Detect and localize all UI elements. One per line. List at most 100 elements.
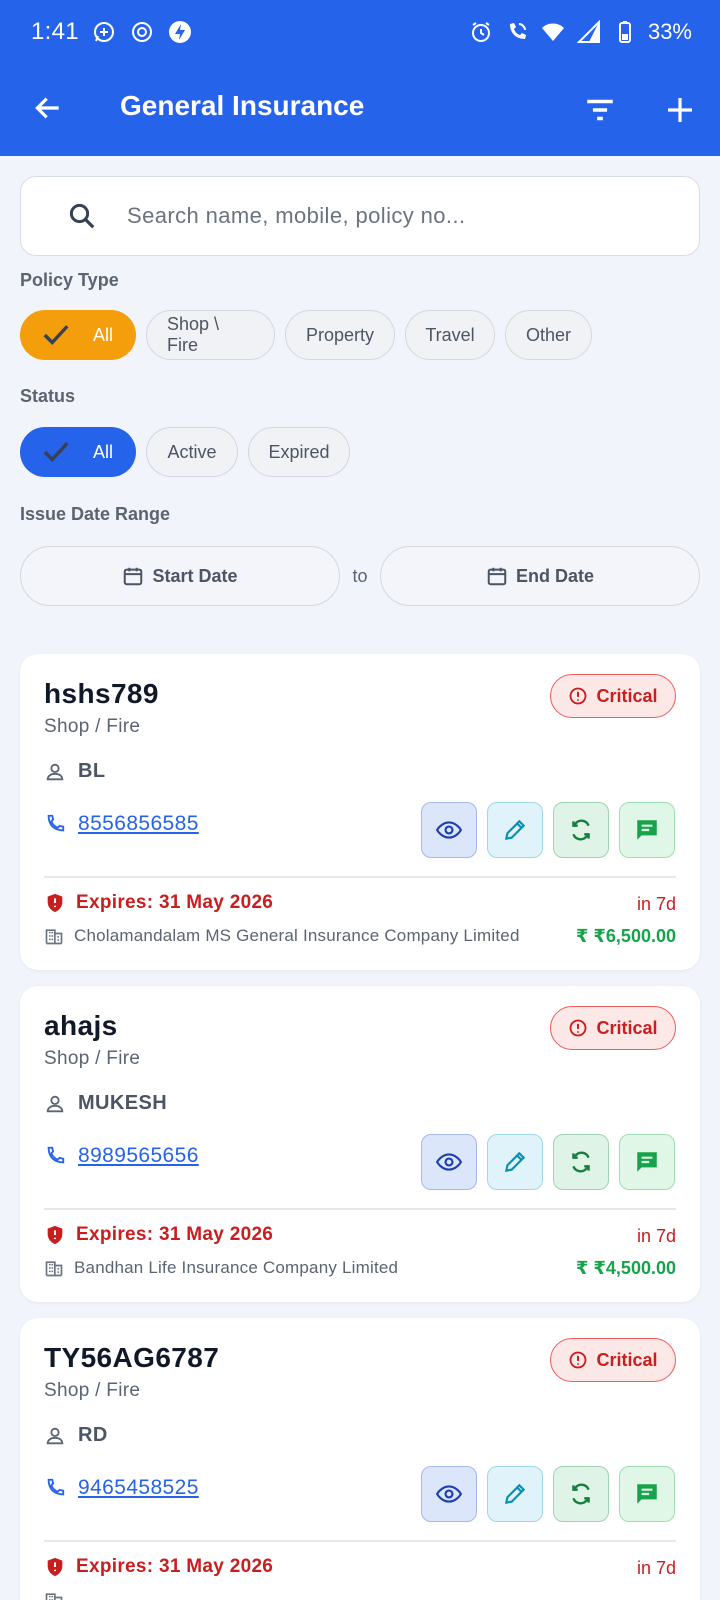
chip-status-all[interactable]: All <box>20 427 136 477</box>
chip-policy-other[interactable]: Other <box>505 310 592 360</box>
signal-icon <box>576 19 602 45</box>
renew-button[interactable] <box>553 802 609 858</box>
filter-icon <box>587 99 613 121</box>
days-remaining: in 7d <box>636 1558 676 1578</box>
status-bar: 1:41 33% <box>0 0 720 64</box>
edit-button[interactable] <box>487 1134 543 1190</box>
status-time: 1:41 <box>31 18 79 45</box>
chip-policy-travel[interactable]: Travel <box>405 310 495 360</box>
expiry: Expires: 31 May 2026 <box>44 1556 273 1578</box>
refresh-icon <box>572 1483 590 1505</box>
policy-holder: RD <box>44 1424 108 1447</box>
pencil-icon <box>504 1151 526 1173</box>
whatsapp-icon <box>91 19 117 45</box>
policy-number: TY56AG6787 <box>44 1342 220 1373</box>
divider <box>44 1540 676 1542</box>
person-icon <box>44 1425 66 1447</box>
refresh-icon <box>572 1151 590 1173</box>
divider <box>44 1208 676 1210</box>
wifi-icon <box>540 19 566 45</box>
date-range-label: Issue Date Range <box>20 504 171 524</box>
message-button[interactable] <box>619 1134 675 1190</box>
insurer: Bandhan Life Insurance Company Limited <box>44 1258 398 1278</box>
status-badge: Critical <box>550 1338 676 1382</box>
status-badge: Critical <box>550 674 676 718</box>
plus-icon <box>668 98 692 122</box>
insurer-name: Cholamandalam MS General Insurance Compa… <box>74 926 520 945</box>
chip-policy-all[interactable]: All <box>20 310 136 360</box>
building-icon <box>44 926 64 946</box>
search-icon <box>65 199 99 233</box>
shield-icon <box>44 1556 66 1578</box>
phone-link[interactable]: 8556856585 <box>78 812 199 836</box>
policy-type: Shop / Fire <box>44 716 141 737</box>
policy-type-chips: All Shop \ Fire Property Travel Other <box>20 310 592 360</box>
calendar-icon <box>122 565 144 587</box>
policy-card[interactable]: ahajs Shop / Fire Critical MUKESH 898956… <box>20 986 700 1302</box>
policy-card[interactable]: hshs789 Shop / Fire Critical BL 85568565… <box>20 654 700 970</box>
phone-row: 8556856585 <box>44 812 199 836</box>
status-chips: All Active Expired <box>20 427 350 477</box>
card-actions <box>421 1134 675 1190</box>
view-button[interactable] <box>421 1134 477 1190</box>
calendar-icon <box>486 565 508 587</box>
chip-policy-shop-fire[interactable]: Shop \ Fire <box>146 310 275 360</box>
card-actions <box>421 1466 675 1522</box>
shield-icon <box>44 892 66 914</box>
eye-icon <box>436 1153 462 1171</box>
card-actions <box>421 802 675 858</box>
phone-row: 8989565656 <box>44 1144 199 1168</box>
search-bar <box>20 176 700 256</box>
expiry: Expires: 31 May 2026 <box>44 1224 273 1246</box>
phone-link[interactable]: 8989565656 <box>78 1144 199 1168</box>
policy-card[interactable]: TY56AG6787 Shop / Fire Critical RD 94654… <box>20 1318 700 1600</box>
insurer-name: Bandhan Life Insurance Company Limited <box>74 1258 399 1277</box>
alert-circle-icon <box>568 1350 588 1370</box>
edit-button[interactable] <box>487 802 543 858</box>
back-button[interactable] <box>28 88 68 128</box>
phone-icon <box>44 1145 66 1167</box>
view-button[interactable] <box>421 802 477 858</box>
renew-button[interactable] <box>553 1134 609 1190</box>
renew-button[interactable] <box>553 1466 609 1522</box>
chip-status-active[interactable]: Active <box>146 427 238 477</box>
message-button[interactable] <box>619 1466 675 1522</box>
person-icon <box>44 1093 66 1115</box>
eye-icon <box>436 1485 462 1503</box>
phone-link[interactable]: 9465458525 <box>78 1476 199 1500</box>
message-button[interactable] <box>619 802 675 858</box>
holder-name: BL <box>78 760 106 782</box>
check-icon <box>39 435 73 469</box>
view-button[interactable] <box>421 1466 477 1522</box>
message-icon <box>637 1484 657 1504</box>
policy-holder: MUKESH <box>44 1092 167 1115</box>
policy-number: ahajs <box>44 1010 118 1041</box>
building-icon <box>44 1258 64 1278</box>
message-icon <box>637 820 657 840</box>
edit-button[interactable] <box>487 1466 543 1522</box>
end-date-button[interactable]: End Date <box>380 546 700 606</box>
add-button[interactable] <box>658 88 702 132</box>
status-label: Status <box>20 386 76 406</box>
premium-amount: ₹ ₹4,500.00 <box>575 1258 676 1278</box>
shield-icon <box>44 1224 66 1246</box>
start-date-button[interactable]: Start Date <box>20 546 340 606</box>
arrow-left-icon <box>35 97 59 119</box>
chip-policy-property[interactable]: Property <box>285 310 395 360</box>
pencil-icon <box>504 819 526 841</box>
alert-circle-icon <box>568 1018 588 1038</box>
phone-row: 9465458525 <box>44 1476 199 1500</box>
policy-type: Shop / Fire <box>44 1048 141 1069</box>
premium-amount: ₹ ₹6,500.00 <box>575 926 676 946</box>
person-icon <box>44 761 66 783</box>
expiry-date: Expires: 31 May 2026 <box>76 1224 274 1245</box>
filter-button[interactable] <box>578 88 622 132</box>
to-label: to <box>352 565 368 586</box>
chip-status-expired[interactable]: Expired <box>248 427 350 477</box>
search-input[interactable] <box>127 195 667 237</box>
insurer <box>44 1590 74 1600</box>
policy-type-label: Policy Type <box>20 270 119 290</box>
page-title: General Insurance <box>120 90 365 121</box>
check-icon <box>39 318 73 352</box>
message-icon <box>637 1152 657 1172</box>
